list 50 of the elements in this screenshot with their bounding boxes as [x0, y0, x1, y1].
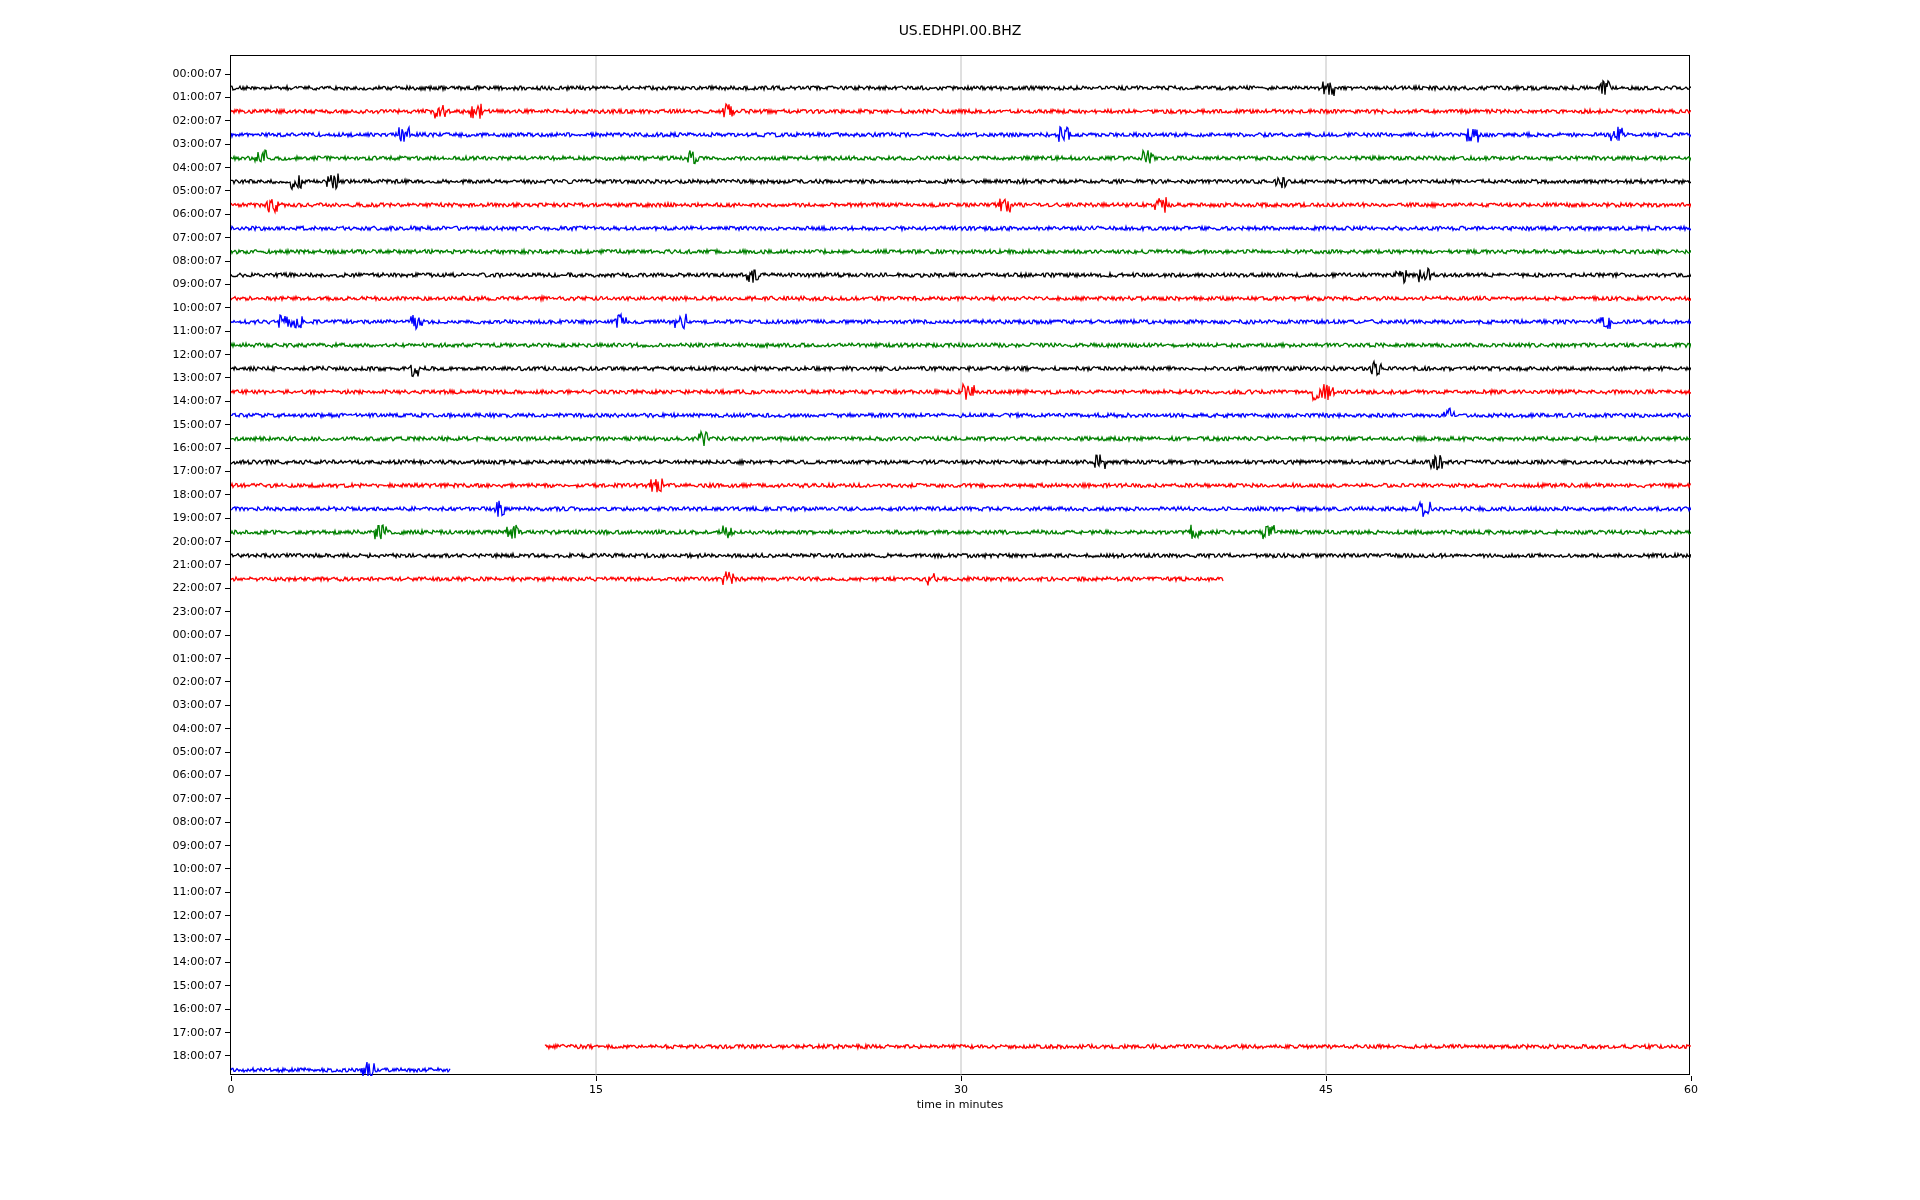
y-tick-label: 16:00:07	[172, 439, 222, 456]
y-tick-label: 09:00:07	[172, 837, 222, 854]
y-tick-label: 12:00:07	[172, 346, 222, 363]
y-tick-label: 05:00:07	[172, 182, 222, 199]
y-tick-label: 01:00:07	[172, 650, 222, 667]
y-tick-label: 21:00:07	[172, 556, 222, 573]
y-tick-label: 03:00:07	[172, 697, 222, 713]
y-tick-label: 23:00:07	[172, 603, 222, 620]
y-tick-label: 01:00:07	[172, 89, 222, 106]
x-tick-label: 15	[589, 1082, 603, 1098]
y-tick-label: 09:00:07	[172, 276, 222, 293]
y-tick-label: 03:00:07	[172, 135, 222, 152]
y-tick-label: 19:00:07	[172, 509, 222, 526]
y-tick-label: 15:00:07	[172, 977, 222, 994]
chart-title: US.EDHPI.00.BHZ	[898, 21, 1022, 40]
y-tick-label: 00:00:07	[172, 65, 222, 82]
y-tick-label: 07:00:07	[172, 229, 222, 246]
y-tick-label: 04:00:07	[172, 720, 222, 737]
x-tick-label: 0	[227, 1082, 235, 1098]
y-tick-label: 04:00:07	[172, 159, 222, 176]
x-tick-label: 45	[1319, 1082, 1333, 1098]
y-tick-label: 11:00:07	[172, 322, 222, 339]
y-tick-label: 02:00:07	[172, 112, 222, 129]
y-tick-label: 22:00:07	[172, 580, 222, 597]
y-tick-label: 06:00:07	[172, 767, 222, 784]
y-tick-label: 02:00:07	[172, 673, 222, 690]
y-tick-label: 10:00:07	[172, 299, 222, 316]
y-tick-label: 17:00:07	[172, 463, 222, 480]
y-tick-label: 08:00:07	[172, 252, 222, 269]
y-tick-label: 14:00:07	[172, 954, 222, 971]
y-tick-label: 13:00:07	[172, 930, 222, 947]
y-tick-label: 18:00:07	[172, 486, 222, 503]
y-tick-label: 07:00:07	[172, 790, 222, 807]
y-tick-label: 14:00:07	[172, 393, 222, 410]
y-tick-label: 13:00:07	[172, 369, 222, 386]
y-tick-label: 06:00:07	[172, 206, 222, 222]
y-tick-label: 11:00:07	[172, 884, 222, 901]
y-tick-label: 18:00:07	[172, 1047, 222, 1064]
x-tick-label: 60	[1684, 1082, 1698, 1098]
y-tick-label: 17:00:07	[172, 1024, 222, 1041]
y-tick-label: 10:00:07	[172, 860, 222, 877]
y-tick-label: 12:00:07	[172, 907, 222, 924]
y-tick-label: 16:00:07	[172, 1000, 222, 1017]
y-tick-label: 08:00:07	[172, 813, 222, 830]
y-tick-label: 00:00:07	[172, 626, 222, 643]
y-tick-label: 05:00:07	[172, 743, 222, 760]
x-tick-label: 30	[954, 1082, 968, 1098]
y-tick-label: 15:00:07	[172, 416, 222, 433]
x-axis-label: time in minutes	[916, 1097, 1004, 1113]
y-tick-label: 20:00:07	[172, 533, 222, 550]
